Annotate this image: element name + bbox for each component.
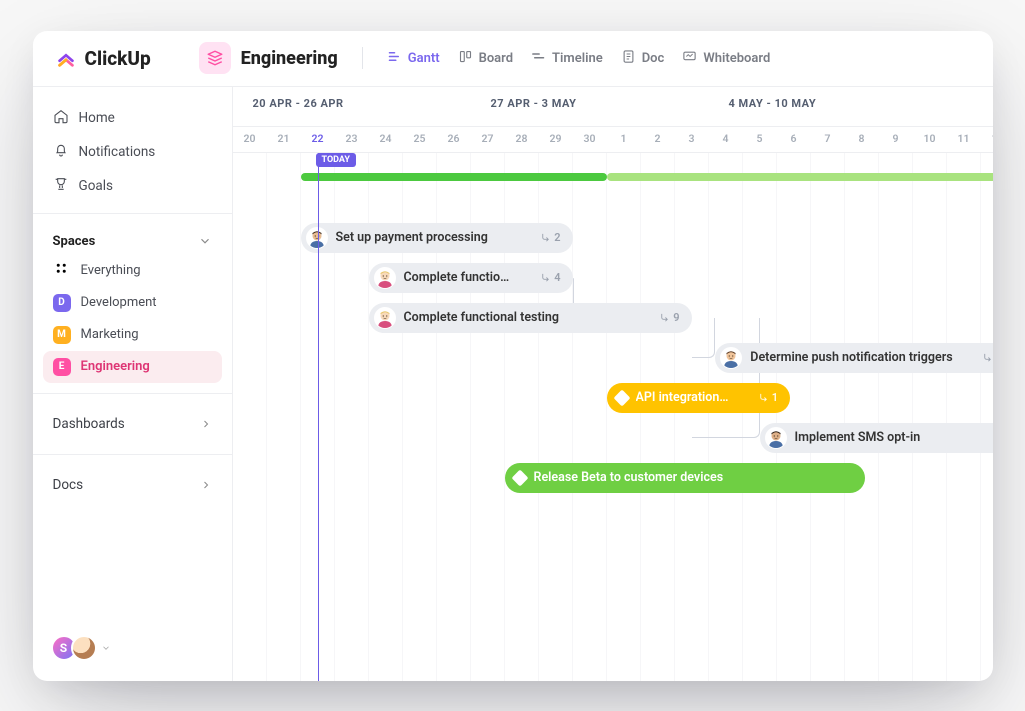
task-label: Release Beta to customer devices bbox=[534, 470, 724, 485]
whiteboard-icon bbox=[682, 49, 697, 68]
space-letter-icon: E bbox=[53, 358, 71, 376]
gantt-task[interactable]: API integration… 1 bbox=[607, 383, 791, 413]
day-label: 2 bbox=[641, 132, 675, 145]
milestone-icon bbox=[613, 389, 630, 406]
day-label: 11 bbox=[947, 132, 981, 145]
presence-avatars[interactable]: S bbox=[43, 629, 222, 667]
chevron-down-icon bbox=[101, 643, 111, 653]
subtask-count: 9 bbox=[659, 311, 679, 324]
view-tab-board[interactable]: Board bbox=[458, 49, 513, 68]
gantt-task[interactable]: Set up payment processing 2 bbox=[301, 223, 573, 253]
space-development[interactable]: DDevelopment bbox=[43, 287, 222, 319]
day-label: 26 bbox=[437, 132, 471, 145]
chevron-down-icon bbox=[198, 234, 212, 248]
day-label: 4 bbox=[709, 132, 743, 145]
nav-goals[interactable]: Goals bbox=[43, 169, 222, 203]
view-tab-timeline[interactable]: Timeline bbox=[531, 49, 603, 68]
space-letter-icon: D bbox=[53, 294, 71, 312]
week-label: 27 APR - 3 MAY bbox=[491, 97, 577, 110]
day-label: 10 bbox=[913, 132, 947, 145]
day-label: 28 bbox=[505, 132, 539, 145]
day-label: 3 bbox=[675, 132, 709, 145]
gantt-task[interactable]: Determine push notification triggers 1 bbox=[715, 343, 992, 373]
task-label: Set up payment processing bbox=[336, 230, 488, 245]
progress-segment bbox=[301, 173, 607, 181]
nav-home[interactable]: Home bbox=[43, 101, 222, 135]
day-label: 1 bbox=[607, 132, 641, 145]
task-label: Implement SMS opt-in bbox=[795, 430, 921, 445]
trophy-icon bbox=[53, 176, 69, 196]
workspace-title: Engineering bbox=[241, 48, 338, 69]
board-icon bbox=[458, 49, 473, 68]
doc-icon bbox=[621, 49, 636, 68]
space-engineering[interactable]: EEngineering bbox=[43, 351, 222, 383]
day-label: 30 bbox=[573, 132, 607, 145]
avatar bbox=[71, 635, 97, 661]
day-label: 22 bbox=[301, 132, 335, 145]
gantt-task[interactable]: Implement SMS opt-in bbox=[760, 423, 993, 453]
bell-icon bbox=[53, 142, 69, 162]
day-label: 6 bbox=[777, 132, 811, 145]
task-label: Determine push notification triggers bbox=[750, 350, 952, 365]
view-tab-doc[interactable]: Doc bbox=[621, 49, 665, 68]
home-icon bbox=[53, 108, 69, 128]
task-label: Complete functio… bbox=[404, 270, 510, 285]
nav-notifications[interactable]: Notifications bbox=[43, 135, 222, 169]
task-label: API integration… bbox=[636, 390, 729, 405]
workspace-icon bbox=[199, 42, 231, 74]
day-label: 9 bbox=[879, 132, 913, 145]
day-label: 27 bbox=[471, 132, 505, 145]
day-label: 29 bbox=[539, 132, 573, 145]
brand-logo[interactable]: ClickUp bbox=[55, 47, 151, 70]
view-tab-gantt[interactable]: Gantt bbox=[387, 49, 440, 68]
day-label: 20 bbox=[233, 132, 267, 145]
space-everything[interactable]: Everything bbox=[43, 255, 222, 287]
day-label: 12 bbox=[981, 132, 993, 145]
grid-icon bbox=[53, 260, 71, 282]
today-flag: TODAY bbox=[316, 153, 356, 167]
gantt-task[interactable]: Complete functional testing 9 bbox=[369, 303, 692, 333]
subtask-count: 4 bbox=[540, 271, 560, 284]
milestone-icon bbox=[511, 469, 528, 486]
day-label: 8 bbox=[845, 132, 879, 145]
task-label: Complete functional testing bbox=[404, 310, 560, 325]
week-label: 4 MAY - 10 MAY bbox=[729, 97, 817, 110]
subtask-count: 2 bbox=[540, 231, 560, 244]
space-letter-icon: M bbox=[53, 326, 71, 344]
day-label: 24 bbox=[369, 132, 403, 145]
clickup-logo-icon bbox=[55, 47, 77, 69]
chevron-right-icon bbox=[200, 418, 212, 430]
progress-segment bbox=[607, 173, 993, 181]
week-label: 20 APR - 26 APR bbox=[253, 97, 344, 110]
sidebar-docs[interactable]: Docs bbox=[43, 465, 222, 505]
gantt-task[interactable]: Complete functio… 4 bbox=[369, 263, 573, 293]
gantt-icon bbox=[387, 49, 402, 68]
view-tab-whiteboard[interactable]: Whiteboard bbox=[682, 49, 770, 68]
timeline-icon bbox=[531, 49, 546, 68]
gantt-task[interactable]: Release Beta to customer devices bbox=[505, 463, 865, 493]
day-label: 25 bbox=[403, 132, 437, 145]
brand-name: ClickUp bbox=[85, 47, 151, 70]
space-marketing[interactable]: MMarketing bbox=[43, 319, 222, 351]
day-label: 5 bbox=[743, 132, 777, 145]
day-label: 7 bbox=[811, 132, 845, 145]
spaces-header[interactable]: Spaces bbox=[43, 224, 222, 255]
subtask-count: 1 bbox=[982, 351, 992, 364]
subtask-count: 1 bbox=[758, 391, 778, 404]
chevron-right-icon bbox=[200, 479, 212, 491]
day-label: 23 bbox=[335, 132, 369, 145]
sidebar-dashboards[interactable]: Dashboards bbox=[43, 404, 222, 444]
day-label: 21 bbox=[267, 132, 301, 145]
